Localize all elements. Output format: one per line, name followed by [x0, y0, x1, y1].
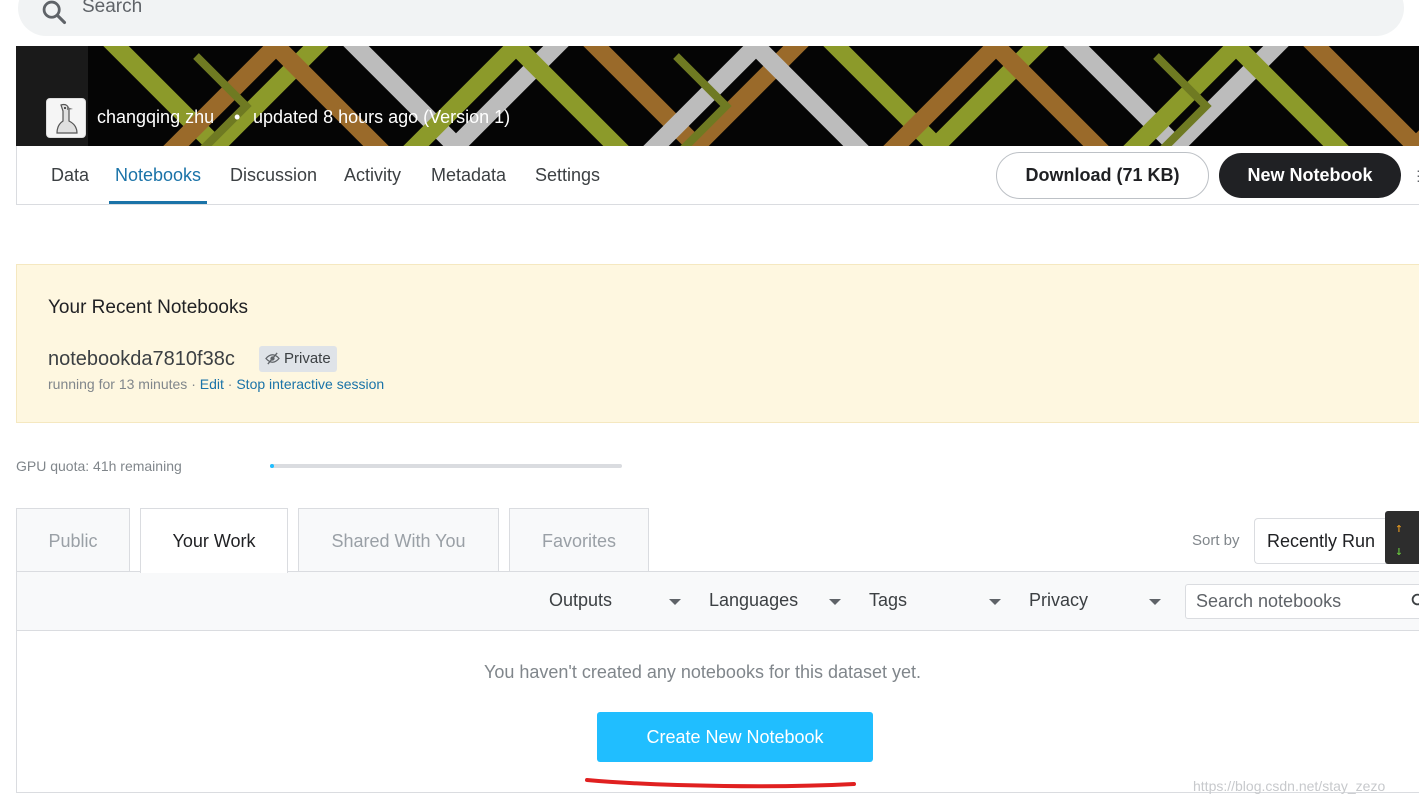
global-search-bar[interactable]: Search — [18, 0, 1404, 36]
chevron-down-icon[interactable] — [1149, 599, 1161, 605]
notebooks-panel: Outputs Languages Tags Privacy Search no… — [16, 571, 1419, 793]
eye-slash-icon — [265, 352, 280, 365]
chevron-down-icon[interactable] — [989, 599, 1001, 605]
watermark: https://blog.csdn.net/stay_zezo — [1193, 778, 1386, 794]
outputs-filter[interactable]: Outputs — [549, 590, 612, 611]
owner-name[interactable]: changqing zhu — [97, 107, 214, 128]
private-badge: Private — [259, 346, 337, 372]
stop-session-link[interactable]: Stop interactive session — [236, 376, 384, 392]
tab-metadata[interactable]: Metadata — [425, 146, 512, 204]
edit-link[interactable]: Edit — [200, 376, 224, 392]
filter-row: Outputs Languages Tags Privacy Search no… — [17, 572, 1419, 631]
tab-data[interactable]: Data — [45, 146, 95, 204]
empty-state-message: You haven't created any notebooks for th… — [483, 662, 922, 682]
search-icon — [1411, 593, 1419, 606]
new-notebook-button[interactable]: New Notebook — [1219, 153, 1401, 198]
private-badge-label: Private — [284, 350, 331, 367]
gpu-quota-fill — [270, 464, 274, 468]
search-notebooks-input[interactable]: Search notebooks — [1185, 584, 1419, 619]
avatar[interactable] — [46, 98, 86, 138]
meta-separator: · — [227, 376, 233, 392]
recent-notebook-name[interactable]: notebookda7810f38c — [48, 348, 235, 371]
tags-filter[interactable]: Tags — [869, 590, 907, 611]
tab-your-work[interactable]: Your Work — [140, 508, 288, 573]
gpu-quota-bar — [270, 464, 622, 468]
meta-separator: · — [191, 376, 196, 392]
tab-notebooks[interactable]: Notebooks — [109, 146, 208, 204]
recent-notebook-meta: running for 13 minutes · Edit · Stop int… — [48, 376, 384, 392]
search-placeholder: Search — [82, 0, 143, 17]
download-button[interactable]: Download (71 KB) — [996, 152, 1209, 199]
goose-icon — [47, 99, 85, 137]
recent-notebooks-panel: Your Recent Notebooks notebookda7810f38c… — [16, 264, 1419, 423]
privacy-filter[interactable]: Privacy — [1029, 590, 1088, 611]
search-notebooks-placeholder: Search notebooks — [1196, 591, 1342, 611]
gpu-quota-label: GPU quota: 41h remaining — [16, 458, 182, 474]
tab-settings[interactable]: Settings — [529, 146, 606, 204]
network-speed-widget: ↑ ↓ — [1385, 511, 1419, 564]
sort-label: Sort by — [1192, 532, 1240, 549]
tab-activity[interactable]: Activity — [338, 146, 407, 204]
tab-shared-with-you[interactable]: Shared With You — [298, 508, 499, 572]
upload-arrow-icon: ↑ — [1395, 521, 1403, 536]
languages-filter[interactable]: Languages — [709, 590, 798, 611]
running-status: running for 13 minutes — [48, 376, 188, 392]
banner-separator: • — [234, 107, 241, 127]
recent-notebooks-title: Your Recent Notebooks — [48, 297, 248, 318]
dataset-banner: changqing zhu • updated 8 hours ago (Ver… — [16, 46, 1419, 146]
banner-pattern — [16, 46, 1419, 146]
chevron-down-icon[interactable] — [669, 599, 681, 605]
updated-text: updated 8 hours ago (Version 1) — [253, 107, 511, 127]
search-icon — [42, 0, 67, 25]
tab-favorites[interactable]: Favorites — [509, 508, 649, 572]
red-annotation-underline — [585, 778, 856, 789]
download-arrow-icon: ↓ — [1395, 544, 1403, 559]
create-new-notebook-button[interactable]: Create New Notebook — [597, 712, 873, 762]
chevron-down-icon[interactable] — [829, 599, 841, 605]
tab-discussion[interactable]: Discussion — [224, 146, 323, 204]
dataset-nav: Data Notebooks Discussion Activity Metad… — [16, 146, 1419, 205]
tab-public[interactable]: Public — [16, 508, 130, 572]
